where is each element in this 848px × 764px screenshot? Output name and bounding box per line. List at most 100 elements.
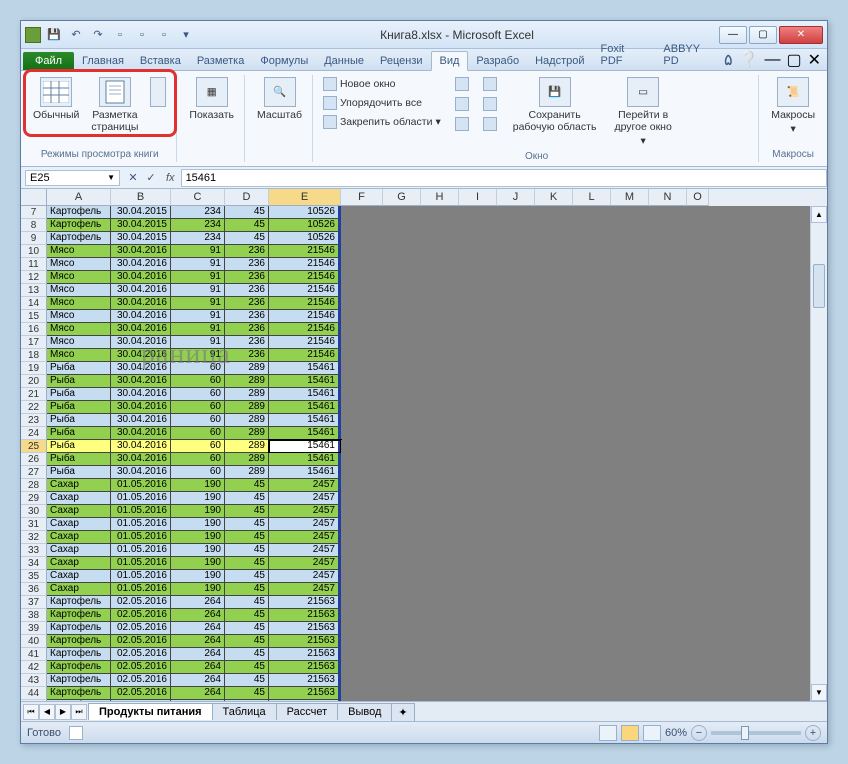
row-header[interactable]: 30 xyxy=(21,505,47,518)
row-header[interactable]: 42 xyxy=(21,661,47,674)
cell[interactable]: 289 xyxy=(225,375,269,388)
row-header[interactable]: 18 xyxy=(21,349,47,362)
out-of-print-area[interactable] xyxy=(341,284,827,297)
cell[interactable]: 190 xyxy=(171,557,225,570)
cell[interactable]: 45 xyxy=(225,687,269,700)
cell[interactable]: 264 xyxy=(171,674,225,687)
table-row[interactable]: 26Рыба30.04.20166028915461 xyxy=(21,453,827,466)
cell[interactable]: 60 xyxy=(171,414,225,427)
cell[interactable]: 2457 xyxy=(269,544,341,557)
row-header[interactable]: 24 xyxy=(21,427,47,440)
row-header[interactable]: 26 xyxy=(21,453,47,466)
cell[interactable]: 30.04.2016 xyxy=(111,284,171,297)
qat-more[interactable]: ▾ xyxy=(177,26,195,44)
cell[interactable]: 264 xyxy=(171,648,225,661)
status-normal-view[interactable] xyxy=(599,725,617,741)
table-row[interactable]: 23Рыба30.04.20166028915461 xyxy=(21,414,827,427)
out-of-print-area[interactable] xyxy=(341,583,827,596)
cell[interactable]: Рыба xyxy=(47,362,111,375)
cell[interactable]: 45 xyxy=(225,661,269,674)
cell[interactable]: 236 xyxy=(225,284,269,297)
table-row[interactable]: 16Мясо30.04.20169123621546 xyxy=(21,323,827,336)
col-header-D[interactable]: D xyxy=(225,189,269,206)
cell[interactable]: 45 xyxy=(225,479,269,492)
cell[interactable]: 91 xyxy=(171,245,225,258)
row-header[interactable]: 23 xyxy=(21,414,47,427)
cell[interactable]: Рыба xyxy=(47,427,111,440)
cell[interactable]: 02.05.2016 xyxy=(111,648,171,661)
out-of-print-area[interactable] xyxy=(341,687,827,700)
cell[interactable]: 45 xyxy=(225,518,269,531)
cell[interactable]: 45 xyxy=(225,648,269,661)
cell[interactable]: 21546 xyxy=(269,245,341,258)
cell[interactable]: 30.04.2016 xyxy=(111,362,171,375)
row-header[interactable]: 43 xyxy=(21,674,47,687)
table-row[interactable]: 11Мясо30.04.20169123621546 xyxy=(21,258,827,271)
reset-pos-button[interactable] xyxy=(481,115,499,133)
split-button[interactable] xyxy=(453,75,471,93)
cell[interactable]: 289 xyxy=(225,414,269,427)
row-header[interactable]: 29 xyxy=(21,492,47,505)
cell[interactable]: 91 xyxy=(171,284,225,297)
cell[interactable]: Сахар xyxy=(47,570,111,583)
out-of-print-area[interactable] xyxy=(341,310,827,323)
cell[interactable]: 30.04.2015 xyxy=(111,232,171,245)
table-row[interactable]: 32Сахар01.05.2016190452457 xyxy=(21,531,827,544)
cell[interactable]: 45 xyxy=(225,206,269,219)
cell[interactable]: 30.04.2016 xyxy=(111,245,171,258)
row-header[interactable]: 41 xyxy=(21,648,47,661)
cell[interactable]: 91 xyxy=(171,349,225,362)
col-header-M[interactable]: M xyxy=(611,189,649,206)
out-of-print-area[interactable] xyxy=(341,414,827,427)
cell[interactable]: 21563 xyxy=(269,687,341,700)
fx-icon[interactable]: fx xyxy=(160,172,181,184)
cell[interactable]: 190 xyxy=(171,544,225,557)
out-of-print-area[interactable] xyxy=(341,570,827,583)
col-header-G[interactable]: G xyxy=(383,189,421,206)
cell[interactable]: 01.05.2016 xyxy=(111,570,171,583)
cell[interactable]: 289 xyxy=(225,427,269,440)
cell[interactable]: Сахар xyxy=(47,531,111,544)
formula-input[interactable] xyxy=(181,169,827,187)
out-of-print-area[interactable] xyxy=(341,440,827,453)
cell[interactable]: 264 xyxy=(171,609,225,622)
cell[interactable]: 30.04.2015 xyxy=(111,219,171,232)
zoom-level[interactable]: 60% xyxy=(665,727,687,739)
cell[interactable]: 30.04.2016 xyxy=(111,440,171,453)
out-of-print-area[interactable] xyxy=(341,232,827,245)
cell[interactable]: 30.04.2016 xyxy=(111,310,171,323)
tab-foxit[interactable]: Foxit PDF xyxy=(593,40,656,70)
out-of-print-area[interactable] xyxy=(341,336,827,349)
cell[interactable]: Сахар xyxy=(47,518,111,531)
cell[interactable]: 21563 xyxy=(269,622,341,635)
table-row[interactable]: 36Сахар01.05.2016190452457 xyxy=(21,583,827,596)
col-header-H[interactable]: H xyxy=(421,189,459,206)
cell[interactable]: 45 xyxy=(225,609,269,622)
cell[interactable]: 60 xyxy=(171,427,225,440)
row-header[interactable]: 36 xyxy=(21,583,47,596)
cell[interactable]: Картофель xyxy=(47,648,111,661)
help-icon[interactable]: ❔ xyxy=(739,50,759,70)
row-header[interactable]: 14 xyxy=(21,297,47,310)
cell[interactable]: Рыба xyxy=(47,401,111,414)
cell[interactable]: 30.04.2016 xyxy=(111,427,171,440)
out-of-print-area[interactable] xyxy=(341,206,827,219)
cell[interactable]: 15461 xyxy=(269,466,341,479)
cell[interactable]: 02.05.2016 xyxy=(111,622,171,635)
cell[interactable]: 21563 xyxy=(269,596,341,609)
out-of-print-area[interactable] xyxy=(341,349,827,362)
cell[interactable]: 236 xyxy=(225,245,269,258)
cell[interactable]: 30.04.2016 xyxy=(111,375,171,388)
out-of-print-area[interactable] xyxy=(341,648,827,661)
out-of-print-area[interactable] xyxy=(341,271,827,284)
sheet-tab-4[interactable]: Вывод xyxy=(337,703,392,720)
out-of-print-area[interactable] xyxy=(341,544,827,557)
cell[interactable]: 190 xyxy=(171,583,225,596)
out-of-print-area[interactable] xyxy=(341,622,827,635)
row-header[interactable]: 16 xyxy=(21,323,47,336)
cell[interactable]: 2457 xyxy=(269,570,341,583)
out-of-print-area[interactable] xyxy=(341,453,827,466)
cell[interactable]: 2457 xyxy=(269,583,341,596)
cell[interactable]: 190 xyxy=(171,531,225,544)
cell[interactable]: Картофель xyxy=(47,687,111,700)
